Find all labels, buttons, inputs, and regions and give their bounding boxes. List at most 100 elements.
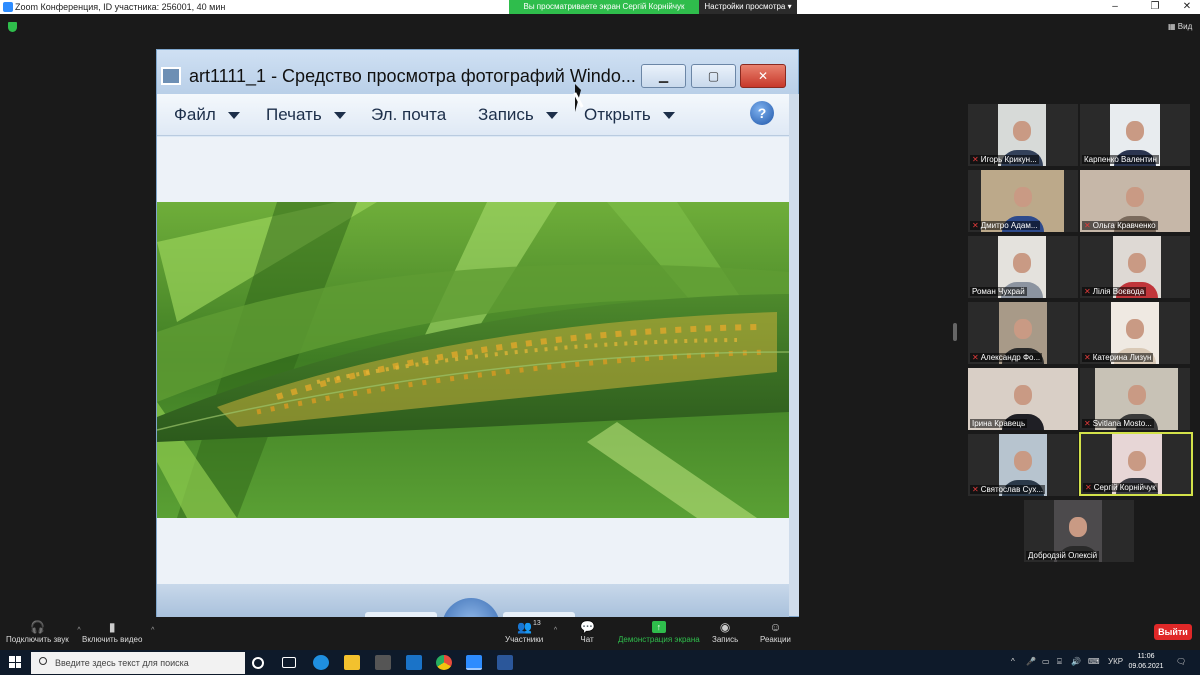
notifications-icon[interactable]: 🗨 [1176, 657, 1186, 666]
tray-chevron-up-icon[interactable]: ^ [1011, 657, 1015, 666]
chat-label: Чат [580, 635, 594, 644]
menu-email-label: Эл. почта [371, 105, 447, 124]
maximize-icon[interactable]: ❐ [1144, 0, 1166, 14]
participant-name: ✕ Святослав Сух... [970, 485, 1046, 494]
file-explorer-icon[interactable] [344, 655, 360, 670]
tray-battery-icon[interactable]: ▭ [1042, 657, 1050, 666]
menu-open-label: Открыть [584, 105, 651, 124]
join-audio-label: Подключить звук [6, 635, 69, 644]
muted-mic-icon: ✕ [972, 221, 979, 230]
taskbar-clock[interactable]: 11:06 09.06.2021 [1126, 652, 1166, 672]
share-screen-button[interactable]: ↑ Демонстрация экрана [618, 621, 700, 644]
reactions-button[interactable]: ☺ Реакции [760, 621, 791, 644]
chevron-up-icon[interactable]: ^ [151, 627, 154, 634]
minimize-icon[interactable]: – [1104, 0, 1126, 14]
participant-name-text: Дмитро Адам... [980, 221, 1038, 230]
join-audio-button[interactable]: 🎧 Подключить звук ^ [6, 620, 81, 644]
participant-name-text: Сергій Корнійчук [1093, 483, 1156, 492]
participant-tile[interactable]: ✕ Катерина Лизун [1080, 302, 1190, 364]
photo-viewer-menu: Файл Печать Эл. почта Запись Открыть [157, 94, 789, 136]
task-view-icon[interactable] [282, 657, 296, 668]
reactions-icon: ☺ [769, 620, 782, 634]
menu-open[interactable]: Открыть [584, 105, 675, 125]
wheat-leaf-rust-photo [157, 202, 789, 518]
menu-burn-label: Запись [478, 105, 534, 124]
participant-tile[interactable]: ✕ Дмитро Адам... [968, 170, 1078, 232]
photo-viewer-maximize-button[interactable]: ▢ [691, 64, 736, 88]
edge-browser-icon[interactable] [313, 655, 329, 670]
participant-name: ✕ Svitlana Mosto... [1082, 419, 1154, 428]
tray-microphone-icon[interactable]: 🎤 [1026, 657, 1036, 666]
view-button[interactable]: ▦ Вид [1168, 22, 1192, 31]
participant-tile[interactable]: Роман Чухрай [968, 236, 1078, 298]
zoom-taskbar-icon[interactable] [466, 655, 482, 670]
participant-name: ✕ Сергій Корнійчук [1083, 483, 1158, 492]
word-icon[interactable] [497, 655, 513, 670]
participant-tile[interactable]: ✕ Александр Фо... [968, 302, 1078, 364]
store-icon[interactable] [375, 655, 391, 670]
start-video-button[interactable]: ▮ Включить видео ^ [82, 621, 154, 644]
tray-network-icon[interactable]: ⌸ [1057, 657, 1062, 667]
menu-file-label: Файл [174, 105, 216, 124]
start-video-label: Включить видео [82, 635, 143, 644]
view-label: Вид [1177, 22, 1193, 31]
participant-tile[interactable]: ✕ Ольга Кравченко [1080, 170, 1190, 232]
headphones-icon: 🎧 [30, 620, 46, 634]
mouse-cursor-icon [575, 84, 581, 112]
muted-mic-icon: ✕ [1084, 419, 1091, 428]
participant-tile[interactable]: ✕ Svitlana Mosto... [1080, 368, 1190, 430]
avatar [1013, 253, 1031, 274]
share-screen-label: Демонстрация экрана [618, 635, 700, 644]
participant-tile-active-speaker[interactable]: ✕ Сергій Корнійчук [1079, 432, 1193, 496]
chevron-down-icon [333, 112, 346, 120]
photo-viewer-minimize-button[interactable]: ▁ [641, 64, 686, 88]
participant-tile[interactable]: Карпенко Валентин [1080, 104, 1190, 166]
chat-icon: 💬 [580, 620, 595, 634]
panel-resize-handle[interactable] [953, 323, 957, 341]
tray-language[interactable]: УКР [1108, 657, 1123, 666]
participant-name-text: Ольга Кравченко [1092, 221, 1156, 230]
view-settings-button[interactable]: Настройки просмотра ▾ [699, 0, 797, 14]
chat-button[interactable]: 💬 Чат [580, 620, 595, 644]
record-button[interactable]: ◉ Запись [712, 621, 738, 644]
taskbar-search-input[interactable]: Введите здесь текст для поиска [31, 652, 245, 674]
participant-tile[interactable]: Ірина Кравець [968, 368, 1078, 430]
participant-tile[interactable]: ✕ Лілія Воєвода [1080, 236, 1190, 298]
photo-viewer-scrollbar[interactable] [789, 94, 799, 616]
chevron-up-icon[interactable]: ^ [77, 627, 80, 634]
security-shield-icon[interactable] [8, 22, 17, 32]
photo-viewer-close-button[interactable]: ✕ [740, 64, 786, 88]
cortana-icon[interactable] [252, 657, 264, 669]
participant-tile[interactable]: ✕ Святослав Сух... [968, 434, 1078, 496]
chrome-icon[interactable] [436, 655, 452, 670]
participant-name: ✕ Александр Фо... [970, 353, 1043, 362]
chevron-up-icon[interactable]: ^ [554, 627, 557, 634]
menu-file[interactable]: Файл [174, 105, 240, 125]
participant-name-text: Игорь Крикун... [980, 155, 1037, 164]
close-icon[interactable]: ✕ [1176, 0, 1198, 14]
participant-name-text: Роман Чухрай [972, 287, 1025, 296]
avatar [1126, 187, 1144, 208]
tray-keyboard-icon[interactable]: ⌨ [1088, 657, 1100, 666]
leave-meeting-button[interactable]: Выйти [1154, 624, 1192, 640]
menu-burn[interactable]: Запись [478, 105, 558, 125]
participant-name-text: Александр Фо... [980, 353, 1041, 362]
muted-mic-icon: ✕ [1084, 287, 1091, 296]
participant-name-text: Катерина Лизун [1092, 353, 1152, 362]
muted-mic-icon: ✕ [972, 155, 979, 164]
avatar [1014, 319, 1032, 340]
avatar [1126, 319, 1144, 340]
participant-name: ✕ Лілія Воєвода [1082, 287, 1147, 296]
help-icon[interactable]: ? [750, 101, 774, 125]
muted-mic-icon: ✕ [1084, 353, 1091, 362]
menu-email[interactable]: Эл. почта [371, 105, 446, 125]
tray-volume-icon[interactable]: 🔊 [1071, 657, 1081, 666]
windows-start-icon[interactable] [9, 656, 21, 668]
participant-tile[interactable]: Добродзій Олексій [1024, 500, 1134, 562]
menu-print[interactable]: Печать [266, 105, 346, 125]
participants-count: 13 [533, 620, 541, 627]
participant-name: Роман Чухрай [970, 287, 1027, 296]
participant-tile[interactable]: ✕ Игорь Крикун... [968, 104, 1078, 166]
share-screen-icon: ↑ [651, 621, 666, 633]
mail-icon[interactable] [406, 655, 422, 670]
